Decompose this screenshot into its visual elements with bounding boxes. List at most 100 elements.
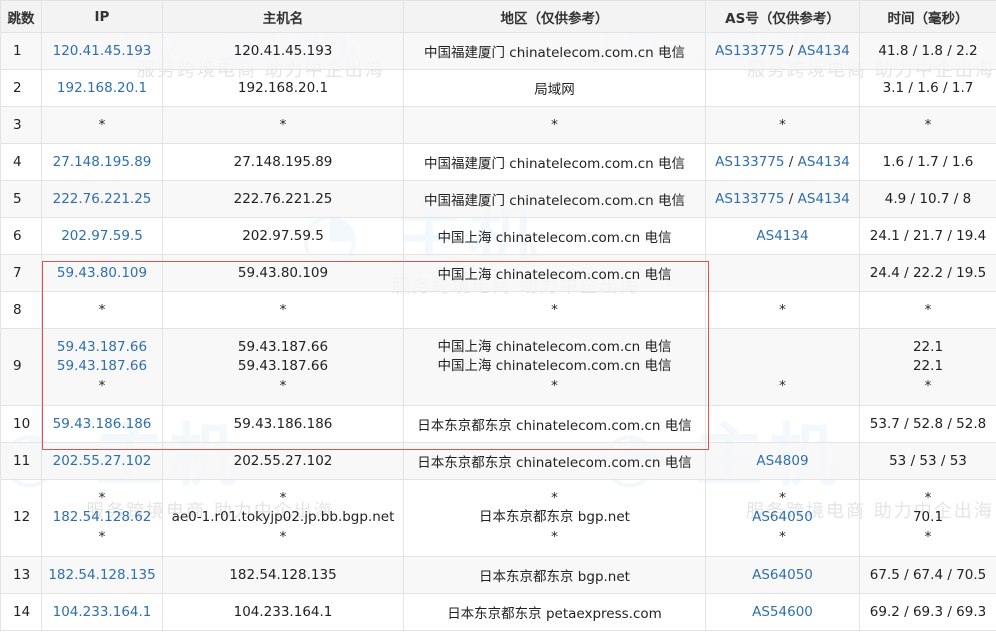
hop-cell: 12 <box>0 479 42 557</box>
table-body: 1 120.41.45.193 120.41.45.193 中国福建厦门 chinat… <box>0 32 996 631</box>
table-row: 3 * * * * * <box>0 106 996 144</box>
hostname-text: 192.168.20.1 <box>237 80 329 96</box>
ip-link[interactable]: 27.148.195.89 <box>44 154 160 170</box>
as-cell: * <box>705 291 860 329</box>
ip-link[interactable]: 59.43.187.66 <box>44 357 160 377</box>
location-text: 中国上海 chinatelecom.com.cn 电信 <box>437 338 672 355</box>
time-text: 1.6 / 1.7 / 1.6 <box>882 154 974 170</box>
hostname-text: 104.233.164.1 <box>233 604 333 620</box>
time-text: * <box>924 489 932 506</box>
as-placeholder: * <box>779 377 786 394</box>
as-link[interactable]: AS64050 <box>752 567 813 583</box>
as-link[interactable]: AS133775 <box>715 154 784 170</box>
as-line: AS133775 / AS4134 <box>708 43 857 59</box>
ip-link[interactable]: 202.55.27.102 <box>44 453 160 469</box>
location-text: * <box>551 489 558 506</box>
table-row: 10 59.43.186.186 59.43.186.186 日本东京都东京 chin… <box>0 405 996 443</box>
ip-link[interactable]: 120.41.45.193 <box>44 43 160 59</box>
time-text: 22.1 <box>912 358 944 375</box>
as-line: AS64050 <box>708 567 857 583</box>
as-line: * <box>708 377 857 397</box>
location-cell: 局域网 <box>403 69 706 107</box>
table-row: 8 * * * * * <box>0 291 996 329</box>
as-link[interactable]: AS4134 <box>798 43 850 59</box>
as-link[interactable]: AS4134 <box>798 154 850 170</box>
hostname-cell: 182.54.128.135 <box>162 556 404 594</box>
hop-number: 5 <box>13 191 22 207</box>
ip-link[interactable]: 59.43.80.109 <box>44 265 160 281</box>
time-text: 53.7 / 52.8 / 52.8 <box>869 416 987 432</box>
ip-link[interactable]: 104.233.164.1 <box>44 604 160 620</box>
hop-number: 13 <box>13 567 31 583</box>
time-text: * <box>924 117 932 133</box>
location-cell: 中国福建厦门 chinatelecom.com.cn 电信 <box>403 143 706 181</box>
ip-cell: 59.43.186.186 <box>41 405 163 443</box>
time-cell: 69.2 / 69.3 / 69.3 <box>859 593 996 631</box>
ip-link[interactable]: 59.43.187.66 <box>44 338 160 358</box>
ip-link[interactable]: 202.97.59.5 <box>44 228 160 244</box>
as-placeholder: * <box>779 528 786 545</box>
location-text: 中国福建厦门 chinatelecom.com.cn 电信 <box>423 156 686 172</box>
ip-cell: 120.41.45.193 <box>41 32 163 70</box>
as-placeholder: * <box>779 489 786 506</box>
as-link[interactable]: AS133775 <box>715 43 784 59</box>
as-cell: AS54600 <box>705 593 860 631</box>
time-text: 24.1 / 21.7 / 19.4 <box>869 228 987 244</box>
hostname-text: 182.54.128.135 <box>229 567 337 583</box>
as-link[interactable]: AS133775 <box>715 191 784 207</box>
as-link[interactable]: AS54600 <box>752 604 813 620</box>
table-row: 4 27.148.195.89 27.148.195.89 中国福建厦门 chinat… <box>0 143 996 181</box>
table-row: 14 104.233.164.1 104.233.164.1 日本东京都东京 peta… <box>0 593 996 631</box>
as-line <box>708 80 857 96</box>
as-link[interactable]: AS4134 <box>798 191 850 207</box>
ip-cell: 192.168.20.1 <box>41 69 163 107</box>
as-cell <box>705 405 860 443</box>
location-text: * <box>551 528 558 545</box>
hop-number: 14 <box>13 604 31 620</box>
time-text: 24.4 / 22.2 / 19.5 <box>869 265 987 281</box>
ip-link[interactable]: 182.54.128.135 <box>44 567 160 583</box>
as-link[interactable]: AS64050 <box>752 509 813 525</box>
as-line: AS4809 <box>708 453 857 469</box>
ip-cell: 59.43.187.66 59.43.187.66 * <box>41 328 163 406</box>
ip-cell: 202.97.59.5 <box>41 217 163 255</box>
ip-link[interactable]: 222.76.221.25 <box>44 191 160 207</box>
hop-cell: 13 <box>0 556 42 594</box>
hop-cell: 14 <box>0 593 42 631</box>
hostname-text: 202.97.59.5 <box>242 228 324 244</box>
ip-link[interactable]: 192.168.20.1 <box>44 80 160 96</box>
location-cell: 日本东京都东京 chinatelecom.com.cn 电信 <box>403 442 706 480</box>
location-cell: * <box>403 291 706 329</box>
location-text: 中国福建厦门 chinatelecom.com.cn 电信 <box>423 45 686 61</box>
time-cell: 53 / 53 / 53 <box>859 442 996 480</box>
hostname-text: * <box>279 528 287 545</box>
location-text: 中国上海 chinatelecom.com.cn 电信 <box>437 230 672 246</box>
hop-cell: 5 <box>0 180 42 218</box>
location-text: 局域网 <box>534 82 575 98</box>
as-line: AS133775 / AS4134 <box>708 191 857 207</box>
as-link[interactable]: AS4809 <box>756 453 808 469</box>
as-placeholder: * <box>779 302 786 318</box>
hostname-cell: 59.43.186.186 <box>162 405 404 443</box>
as-line <box>708 265 857 281</box>
hop-number: 12 <box>13 509 31 526</box>
as-cell: AS4809 <box>705 442 860 480</box>
as-line: * <box>708 489 857 509</box>
as-cell: AS64050 <box>705 556 860 594</box>
as-cell: * AS64050 * <box>705 479 860 557</box>
location-text: 日本东京都东京 bgp.net <box>479 569 630 585</box>
ip-link[interactable]: 182.54.128.62 <box>44 508 160 528</box>
ip-link[interactable]: 59.43.186.186 <box>44 416 160 432</box>
col-header-location: 地区（仅供参考） <box>403 0 706 33</box>
hop-cell: 8 <box>0 291 42 329</box>
time-text: * <box>924 528 932 545</box>
location-text: 中国福建厦门 chinatelecom.com.cn 电信 <box>423 193 686 209</box>
time-text: 4.9 / 10.7 / 8 <box>884 191 972 207</box>
as-cell: AS133775 / AS4134 <box>705 143 860 181</box>
time-text: 22.1 <box>912 338 944 355</box>
hostname-text: 59.43.187.66 <box>237 358 329 375</box>
as-link[interactable]: AS4134 <box>756 228 808 244</box>
table-row: 6 202.97.59.5 202.97.59.5 中国上海 chinatelecom… <box>0 217 996 255</box>
as-line: AS54600 <box>708 604 857 620</box>
ip-cell: * <box>41 106 163 144</box>
